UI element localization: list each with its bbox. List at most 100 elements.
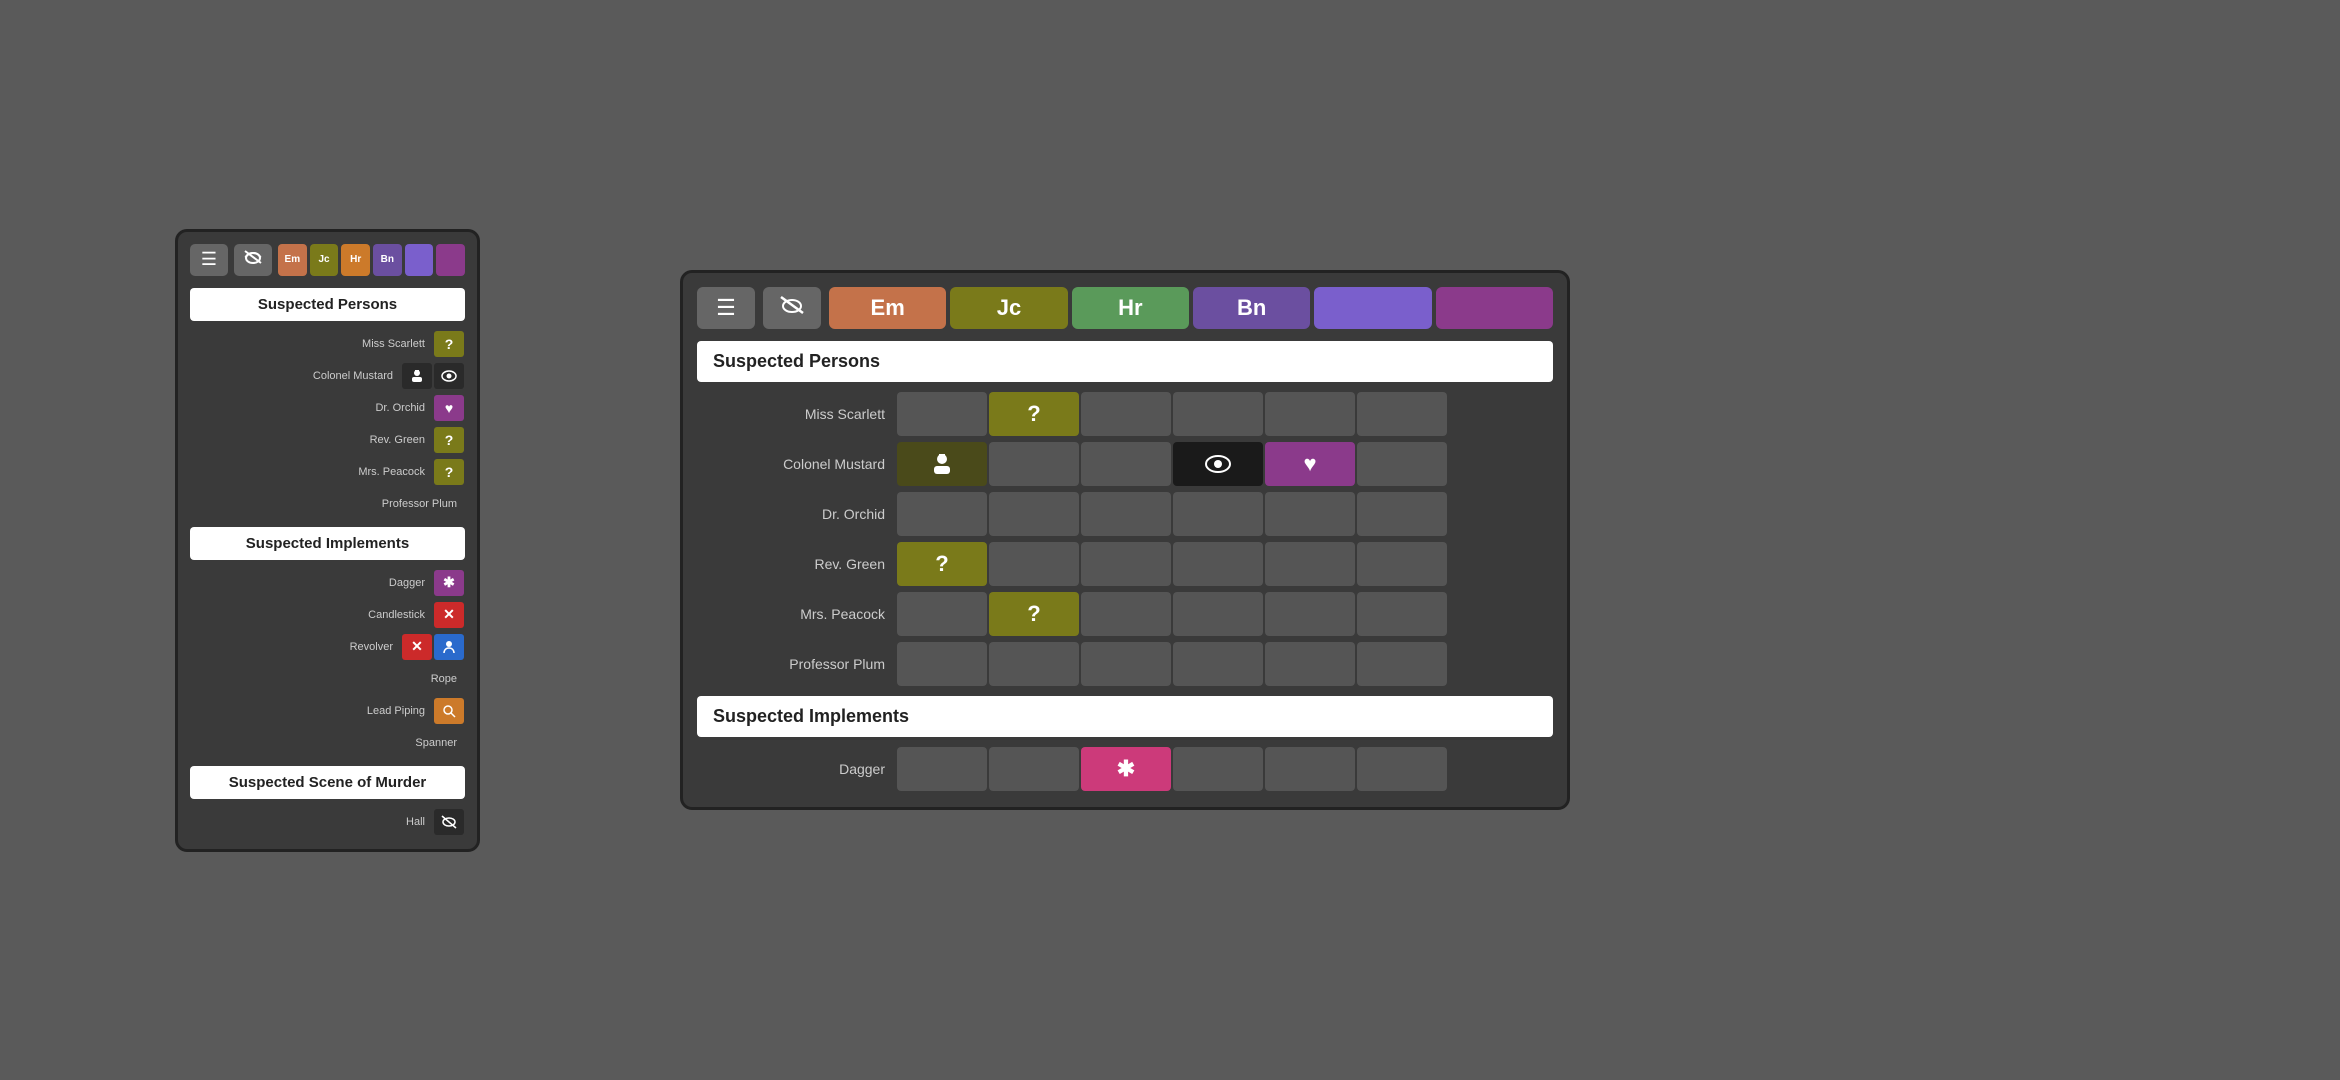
- cell-dagger-hr[interactable]: ✱: [1081, 747, 1171, 791]
- cell-mustard-bn-eye[interactable]: [1173, 442, 1263, 486]
- large-hide-button[interactable]: [763, 287, 821, 329]
- small-tab-p6[interactable]: [436, 244, 465, 276]
- cell-mustard-jc[interactable]: [989, 442, 1079, 486]
- small-tab-hr[interactable]: Hr: [341, 244, 370, 276]
- cell-plum-p5[interactable]: [1265, 642, 1355, 686]
- cell-mustard-hr[interactable]: [1081, 442, 1171, 486]
- cell-green-p6[interactable]: [1357, 542, 1447, 586]
- cell-revolver-person-small[interactable]: [434, 634, 464, 660]
- cell-dagger-bn[interactable]: [1173, 747, 1263, 791]
- large-tab-p6[interactable]: [1436, 287, 1553, 329]
- implements-header-small: Suspected Implements: [190, 527, 465, 560]
- small-menu-button[interactable]: ☰: [190, 244, 228, 276]
- label-rope-small: Rope: [190, 673, 465, 685]
- cell-dagger-p5[interactable]: [1265, 747, 1355, 791]
- cell-orchid-heart-small[interactable]: ♥: [434, 395, 464, 421]
- cell-mustard-p6[interactable]: [1357, 442, 1447, 486]
- label-rev-green-large: Rev. Green: [697, 556, 897, 572]
- small-hide-button[interactable]: [234, 244, 272, 276]
- small-player-tabs: Em Jc Hr Bn: [278, 244, 465, 276]
- row-spanner-small: Spanner: [190, 728, 465, 758]
- cell-green-p5[interactable]: [1265, 542, 1355, 586]
- cell-peacock-p6[interactable]: [1357, 592, 1447, 636]
- large-tab-bn[interactable]: Bn: [1193, 287, 1310, 329]
- cell-scarlett-jc-small[interactable]: ?: [434, 331, 464, 357]
- row-prof-plum-large: Professor Plum: [697, 640, 1553, 688]
- cell-dagger-jc[interactable]: [989, 747, 1079, 791]
- cell-green-hr[interactable]: [1081, 542, 1171, 586]
- cell-peacock-jc[interactable]: ?: [989, 592, 1079, 636]
- orchid-cells: [897, 492, 1553, 536]
- label-dr-orchid-small: Dr. Orchid: [190, 402, 433, 414]
- cell-orchid-hr[interactable]: [1081, 492, 1171, 536]
- small-tab-em[interactable]: Em: [278, 244, 307, 276]
- cell-orchid-p5[interactable]: [1265, 492, 1355, 536]
- persons-header-large: Suspected Persons: [697, 341, 1553, 382]
- label-mrs-peacock-large: Mrs. Peacock: [697, 606, 897, 622]
- row-hall-small: Hall: [190, 807, 465, 837]
- cell-mustard-eye-small[interactable]: [434, 363, 464, 389]
- cell-dagger-p6[interactable]: [1357, 747, 1447, 791]
- large-menu-button[interactable]: ☰: [697, 287, 755, 329]
- cell-mustard-em[interactable]: [897, 442, 987, 486]
- scene-grid-small: Hall: [190, 807, 465, 837]
- cell-green-question-small[interactable]: ?: [434, 427, 464, 453]
- row-rev-green-large: Rev. Green ?: [697, 540, 1553, 588]
- label-mrs-peacock-small: Mrs. Peacock: [190, 466, 433, 478]
- label-colonel-mustard-large: Colonel Mustard: [697, 456, 897, 472]
- cell-plum-hr[interactable]: [1081, 642, 1171, 686]
- large-tab-p5[interactable]: [1314, 287, 1431, 329]
- cell-revolver-x-small[interactable]: ✕: [402, 634, 432, 660]
- row-candlestick-small: Candlestick ✕: [190, 600, 465, 630]
- label-prof-plum-small: Professor Plum: [190, 498, 465, 510]
- implements-grid-small: Dagger ✱ Candlestick ✕ Revolver ✕ Rope L…: [190, 568, 465, 758]
- row-mrs-peacock-large: Mrs. Peacock ?: [697, 590, 1553, 638]
- cell-hall-eyeslash-small[interactable]: [434, 809, 464, 835]
- cell-candlestick-x-small[interactable]: ✕: [434, 602, 464, 628]
- persons-grid-large: Miss Scarlett ? Colonel Mustard: [697, 390, 1553, 688]
- cell-orchid-em[interactable]: [897, 492, 987, 536]
- cell-scarlett-p6[interactable]: [1357, 392, 1447, 436]
- cell-scarlett-hr[interactable]: [1081, 392, 1171, 436]
- cell-peacock-em[interactable]: [897, 592, 987, 636]
- persons-grid-small: Miss Scarlett ? Colonel Mustard Dr. Orch…: [190, 329, 465, 519]
- cell-mustard-p5-heart[interactable]: ♥: [1265, 442, 1355, 486]
- small-panel: ☰ Em Jc Hr Bn Suspected Persons Miss Sca…: [175, 229, 480, 852]
- small-toolbar: ☰ Em Jc Hr Bn: [190, 244, 465, 276]
- cell-peacock-p5[interactable]: [1265, 592, 1355, 636]
- cell-scarlett-jc[interactable]: ?: [989, 392, 1079, 436]
- cell-plum-bn[interactable]: [1173, 642, 1263, 686]
- row-mrs-peacock-small: Mrs. Peacock ?: [190, 457, 465, 487]
- large-tab-jc[interactable]: Jc: [950, 287, 1067, 329]
- cell-dagger-asterisk-small[interactable]: ✱: [434, 570, 464, 596]
- cell-scarlett-bn[interactable]: [1173, 392, 1263, 436]
- cell-orchid-bn[interactable]: [1173, 492, 1263, 536]
- cell-peacock-question-small[interactable]: ?: [434, 459, 464, 485]
- row-dagger-small: Dagger ✱: [190, 568, 465, 598]
- small-tab-bn[interactable]: Bn: [373, 244, 402, 276]
- small-tab-p5[interactable]: [405, 244, 434, 276]
- cell-peacock-bn[interactable]: [1173, 592, 1263, 636]
- large-tab-hr[interactable]: Hr: [1072, 287, 1189, 329]
- implements-grid-large: Dagger ✱: [697, 745, 1553, 793]
- large-panel: ☰ Em Jc Hr Bn Suspected Persons Miss Sca…: [680, 270, 1570, 810]
- cell-lead-piping-search-small[interactable]: [434, 698, 464, 724]
- cell-green-em[interactable]: ?: [897, 542, 987, 586]
- cell-plum-p6[interactable]: [1357, 642, 1447, 686]
- cell-orchid-jc[interactable]: [989, 492, 1079, 536]
- label-rev-green-small: Rev. Green: [190, 434, 433, 446]
- large-tab-em[interactable]: Em: [829, 287, 946, 329]
- label-prof-plum-large: Professor Plum: [697, 656, 897, 672]
- cell-scarlett-p5[interactable]: [1265, 392, 1355, 436]
- cell-peacock-hr[interactable]: [1081, 592, 1171, 636]
- persons-header-small: Suspected Persons: [190, 288, 465, 321]
- small-tab-jc[interactable]: Jc: [310, 244, 339, 276]
- cell-dagger-em[interactable]: [897, 747, 987, 791]
- cell-green-bn[interactable]: [1173, 542, 1263, 586]
- cell-scarlett-em[interactable]: [897, 392, 987, 436]
- cell-green-jc[interactable]: [989, 542, 1079, 586]
- cell-plum-em[interactable]: [897, 642, 987, 686]
- cell-orchid-p6[interactable]: [1357, 492, 1447, 536]
- cell-plum-jc[interactable]: [989, 642, 1079, 686]
- cell-mustard-em-small[interactable]: [402, 363, 432, 389]
